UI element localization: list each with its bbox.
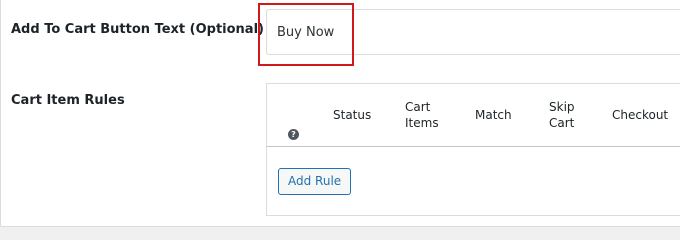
match-column-header: Match bbox=[475, 108, 512, 122]
checkout-column-header: Checkout bbox=[612, 108, 669, 122]
cart-items-column-header: Cart Items bbox=[405, 100, 439, 130]
skip-cart-column-header: Skip Cart bbox=[549, 100, 575, 130]
help-column-header: ? bbox=[288, 109, 299, 141]
add-rule-button[interactable]: Add Rule bbox=[278, 168, 352, 195]
settings-panel: Add To Cart Button Text (Optional) Cart … bbox=[0, 0, 680, 227]
help-icon[interactable]: ? bbox=[288, 129, 299, 140]
cart-item-rules-label: Cart Item Rules bbox=[11, 93, 125, 108]
cart-button-text-input[interactable] bbox=[266, 9, 680, 55]
rules-table-header: ? Status Cart Items Match Skip Cart Chec… bbox=[267, 84, 680, 147]
cart-button-text-label: Add To Cart Button Text (Optional) bbox=[11, 22, 264, 37]
status-column-header: Status bbox=[333, 108, 372, 122]
cart-item-rules-table: ? Status Cart Items Match Skip Cart Chec… bbox=[266, 83, 680, 216]
